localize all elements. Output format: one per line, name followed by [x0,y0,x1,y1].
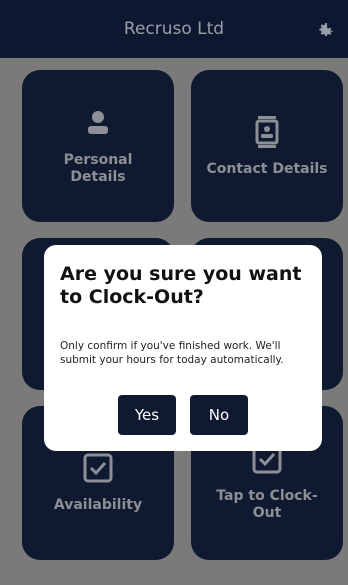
tile-label: Contact Details [206,160,328,177]
checkbox-icon [83,453,113,482]
tile-label: Personal Details [63,152,133,185]
no-button[interactable]: No [190,395,248,435]
dialog-title: Are you sure you want to Clock-Out? [60,263,302,308]
contact-details-tile[interactable]: Contact Details [191,70,343,222]
person-icon [88,111,108,134]
clock-out-dialog: Are you sure you want to Clock-Out? Only… [44,245,322,451]
tile-label: Tap to Clock- Out [216,488,318,521]
gear-icon[interactable] [316,20,336,40]
yes-button[interactable]: Yes [118,395,176,435]
app-title: Recruso Ltd [123,19,225,39]
app-header: Recruso Ltd [0,0,348,58]
dialog-message: Only confirm if you've finished work. We… [60,340,284,366]
contact-card-icon [255,115,279,148]
tile-label: Availability [53,496,143,513]
personal-details-tile[interactable]: Personal Details [22,70,174,222]
dialog-actions: Yes No [44,395,322,435]
